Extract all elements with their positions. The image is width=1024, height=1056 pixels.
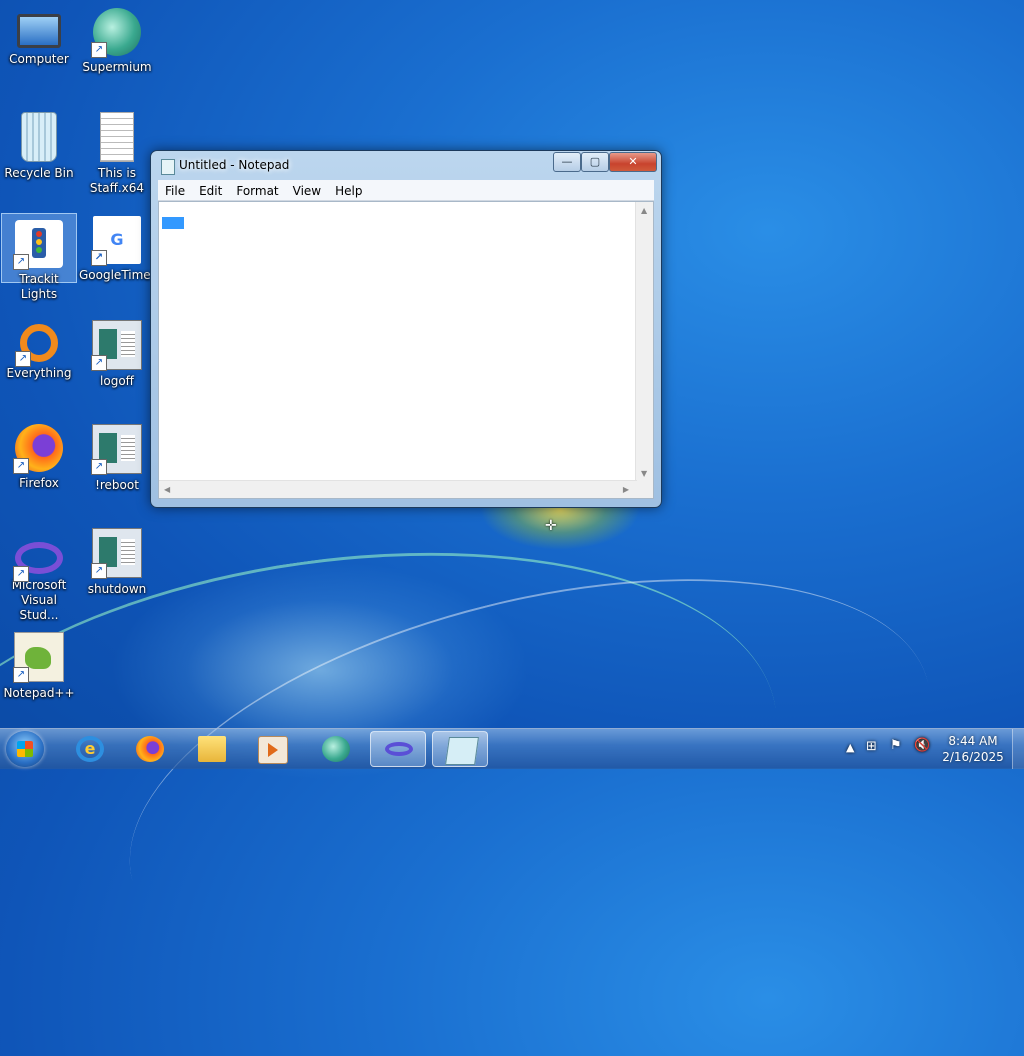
firefox-icon: ↗ xyxy=(13,424,63,474)
media-player-icon xyxy=(258,736,288,764)
desktop-icon-label: !reboot xyxy=(95,478,139,492)
shortcut-arrow-icon: ↗ xyxy=(91,250,107,266)
shortcut-arrow-icon: ↗ xyxy=(15,351,31,367)
scroll-corner xyxy=(636,481,653,498)
desktop-icon-label: Notepad++ xyxy=(3,686,75,700)
menu-help[interactable]: Help xyxy=(328,181,369,201)
taskbar-notepad[interactable] xyxy=(432,731,488,767)
traffic-light-icon: ↗ xyxy=(13,220,63,270)
desktop-icon-shutdown[interactable]: ↗ shutdown xyxy=(79,522,155,622)
desktop-icon-label: logoff xyxy=(100,374,134,388)
clock-time: 8:44 AM xyxy=(948,734,998,748)
desktop-icon-reboot[interactable]: ↗ !reboot xyxy=(79,418,155,518)
everything-search-icon: ↗ xyxy=(15,324,58,367)
desktop-icon-logoff[interactable]: ↗ logoff xyxy=(79,314,155,414)
visual-studio-icon xyxy=(385,742,413,756)
start-button[interactable] xyxy=(6,731,44,767)
desktop-icon-firefox[interactable]: ↗ Firefox xyxy=(1,418,77,518)
show-hidden-icons-icon[interactable]: ▲ xyxy=(846,741,854,754)
desktop-icon-everything[interactable]: ↗ Everything xyxy=(1,314,77,414)
horizontal-scrollbar[interactable]: ◀ ▶ xyxy=(159,480,637,498)
close-button[interactable]: ✕ xyxy=(609,152,657,172)
taskbar-windows-explorer[interactable] xyxy=(184,731,240,767)
show-desktop-button[interactable] xyxy=(1012,729,1024,769)
taskbar-firefox[interactable] xyxy=(122,731,178,767)
desktop-icon-trackit-lights[interactable]: ↗ Trackit Lights xyxy=(1,213,77,301)
text-editor[interactable]: ▲ ▼ ◀ ▶ xyxy=(158,201,654,499)
desktop-icon-label: Firefox xyxy=(19,476,59,490)
menu-format[interactable]: Format xyxy=(229,181,285,201)
desktop-icon-label: Recycle Bin xyxy=(4,166,74,180)
desktop-icon-label: Computer xyxy=(9,52,69,66)
menu-view[interactable]: View xyxy=(286,181,328,201)
shortcut-arrow-icon: ↗ xyxy=(13,667,29,683)
minimize-button[interactable]: — xyxy=(553,152,581,172)
desktop-icon-recycle-bin[interactable]: Recycle Bin xyxy=(1,106,77,206)
notepadpp-icon: ↗ xyxy=(13,632,64,683)
network-icon[interactable]: ⊞ xyxy=(866,739,877,754)
scroll-up-icon[interactable]: ▲ xyxy=(641,206,647,215)
computer-icon xyxy=(17,14,61,48)
desktop-icon-label: Microsoft Visual Stud... xyxy=(11,578,67,622)
folder-icon xyxy=(198,736,226,762)
desktop-icon-label: Trackit Lights xyxy=(19,272,59,301)
desktop-icon-this-is-staff[interactable]: This is Staff.x64 xyxy=(79,106,155,206)
notepad-icon xyxy=(445,737,479,765)
volume-muted-icon[interactable]: 🔇 xyxy=(914,738,930,753)
desktop-icon-label: Everything xyxy=(6,366,72,380)
shortcut-arrow-icon: ↗ xyxy=(13,458,29,474)
system-clock[interactable]: 8:44 AM 2/16/2025 xyxy=(938,733,1008,765)
taskbar-media-player[interactable] xyxy=(244,731,300,767)
scroll-down-icon[interactable]: ▼ xyxy=(641,469,647,478)
shortcut-arrow-icon: ↗ xyxy=(91,355,107,371)
document-icon xyxy=(100,112,134,162)
visual-studio-icon: ↗ xyxy=(13,542,63,582)
scroll-right-icon[interactable]: ▶ xyxy=(623,485,629,494)
shortcut-arrow-icon: ↗ xyxy=(91,42,107,58)
desktop-icon-computer[interactable]: Computer xyxy=(1,2,77,102)
firefox-icon xyxy=(136,736,164,762)
notepad-window[interactable]: Untitled - Notepad — ▢ ✕ File Edit Format V… xyxy=(150,150,662,508)
internet-explorer-icon: e xyxy=(76,736,104,762)
action-center-flag-icon[interactable]: ⚑ xyxy=(890,738,902,753)
menu-file[interactable]: File xyxy=(158,181,192,201)
maximize-button[interactable]: ▢ xyxy=(581,152,609,172)
window-title: Untitled - Notepad xyxy=(179,158,290,172)
text-selection xyxy=(162,217,184,229)
shortcut-arrow-icon: ↗ xyxy=(91,563,107,579)
desktop-icon-label: This is Staff.x64 xyxy=(89,166,145,195)
shortcut-arrow-icon: ↗ xyxy=(13,254,29,270)
shortcut-window-icon: ↗ xyxy=(91,528,142,579)
clock-date: 2/16/2025 xyxy=(942,750,1004,764)
desktop-icon-notepadpp[interactable]: ↗ Notepad++ xyxy=(1,626,77,726)
supermium-icon: ↗ xyxy=(91,8,141,58)
mouse-cursor-icon: ✛ xyxy=(545,518,557,534)
desktop-icon-label: shutdown xyxy=(87,582,147,596)
recycle-bin-icon xyxy=(21,112,57,162)
shortcut-arrow-icon: ↗ xyxy=(13,566,29,582)
taskbar-supermium[interactable] xyxy=(308,731,364,767)
menu-edit[interactable]: Edit xyxy=(192,181,229,201)
desktop-icon-label: Supermium xyxy=(82,60,152,74)
notepad-icon xyxy=(161,159,175,175)
google-icon: G ↗ xyxy=(91,216,141,266)
taskbar-internet-explorer[interactable]: e xyxy=(62,731,118,767)
shortcut-window-icon: ↗ xyxy=(91,424,142,475)
taskbar: e ▲ ⊞ ⚑ 🔇 8:44 AM 2/16/2025 xyxy=(0,728,1024,769)
shortcut-arrow-icon: ↗ xyxy=(91,459,107,475)
shortcut-window-icon: ↗ xyxy=(91,320,142,371)
desktop-icon-label: GoogleTimer xyxy=(79,268,156,282)
vertical-scrollbar[interactable]: ▲ ▼ xyxy=(635,202,653,482)
desktop-icon-visual-studio[interactable]: ↗ Microsoft Visual Stud... xyxy=(1,522,77,622)
menu-bar: File Edit Format View Help xyxy=(158,180,654,201)
supermium-icon xyxy=(322,736,350,762)
scroll-left-icon[interactable]: ◀ xyxy=(164,485,170,494)
desktop-icon-supermium[interactable]: ↗ Supermium xyxy=(79,2,155,102)
taskbar-visual-studio[interactable] xyxy=(370,731,426,767)
desktop-icon-googletimer[interactable]: G ↗ GoogleTimer xyxy=(79,210,156,310)
